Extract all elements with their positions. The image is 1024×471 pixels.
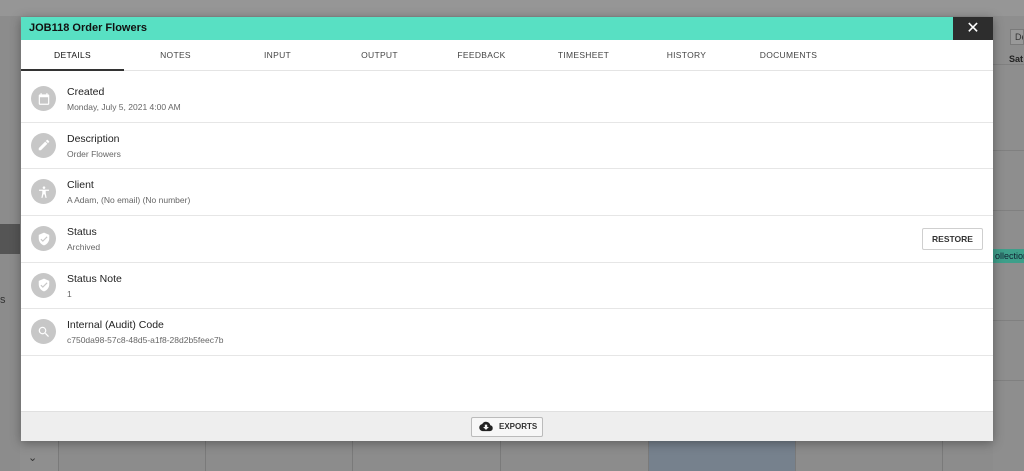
background-calendar-event: ollection [993,249,1024,263]
calendar-icon [31,86,56,111]
tab-notes[interactable]: NOTES [124,40,227,71]
modal-footer: EXPORTS [21,411,993,441]
detail-row-audit-code: Internal (Audit) Code c750da98-57c8-48d5… [21,309,993,357]
detail-label: Client [67,179,94,192]
detail-value: A Adam, (No email) (No number) [67,195,191,206]
background-calendar-tab: De [1010,29,1024,45]
detail-row-status: Status Archived RESTORE [21,216,993,263]
detail-value: 1 [67,288,72,299]
detail-row-status-note: Status Note 1 [21,263,993,310]
divider [500,441,501,471]
cloud-download-icon [479,421,493,432]
divider [993,64,1024,65]
detail-value: Archived [67,242,101,253]
detail-value: Order Flowers [67,148,121,159]
tab-output[interactable]: OUTPUT [328,40,431,71]
tab-input[interactable]: INPUT [226,40,329,71]
detail-label: Status [67,226,97,239]
background-day-header: Sat [1009,54,1024,64]
close-icon: ✕ [966,20,980,37]
detail-row-client: Client A Adam, (No email) (No number) [21,169,993,217]
tab-details[interactable]: DETAILS [21,40,124,71]
divider [205,441,206,471]
exports-button[interactable]: EXPORTS [471,417,543,437]
divider [993,380,1024,381]
modal-title: JOB118 Order Flowers [29,22,147,34]
exports-label: EXPORTS [499,422,538,431]
background-bottom-highlight [648,441,795,471]
background-topbar [0,0,1024,16]
detail-label: Status Note [67,272,122,285]
detail-label: Internal (Audit) Code [67,319,164,332]
modal-header: JOB118 Order Flowers ✕ [21,17,993,40]
details-list: Created Monday, July 5, 2021 4:00 AM Des… [21,76,993,357]
shield-check-icon [31,226,56,252]
job-details-modal: JOB118 Order Flowers ✕ DETAILS NOTES INP… [21,17,993,441]
pencil-icon [31,132,56,158]
person-icon [31,179,56,205]
background-bottom-grid [58,441,993,471]
background-left-text: s [0,294,6,306]
chevron-down-icon: ⌄ [28,452,38,464]
tab-history[interactable]: HISTORY [635,40,738,71]
tab-feedback[interactable]: FEEDBACK [430,40,533,71]
background-left-nav-active [0,224,20,254]
detail-label: Created [67,86,105,98]
detail-row-description: Description Order Flowers [21,123,993,170]
divider [58,441,59,471]
tab-documents[interactable]: DOCUMENTS [737,40,840,71]
shield-check-icon [31,272,56,298]
background-calendar [993,16,1024,471]
divider [942,441,943,471]
divider [993,210,1024,211]
search-icon [31,319,56,345]
divider [993,150,1024,151]
detail-label: Description [67,132,120,145]
tab-timesheet[interactable]: TIMESHEET [532,40,635,71]
tab-bar: DETAILS NOTES INPUT OUTPUT FEEDBACK TIME… [21,40,993,71]
divider [993,320,1024,321]
detail-row-created: Created Monday, July 5, 2021 4:00 AM [21,76,993,123]
detail-value: c750da98-57c8-48d5-a1f8-28d2b5feec7b [67,335,224,346]
divider [648,441,649,471]
restore-button[interactable]: RESTORE [922,228,983,251]
detail-value: Monday, July 5, 2021 4:00 AM [67,102,181,112]
close-button[interactable]: ✕ [953,17,993,40]
divider [795,441,796,471]
divider [352,441,353,471]
